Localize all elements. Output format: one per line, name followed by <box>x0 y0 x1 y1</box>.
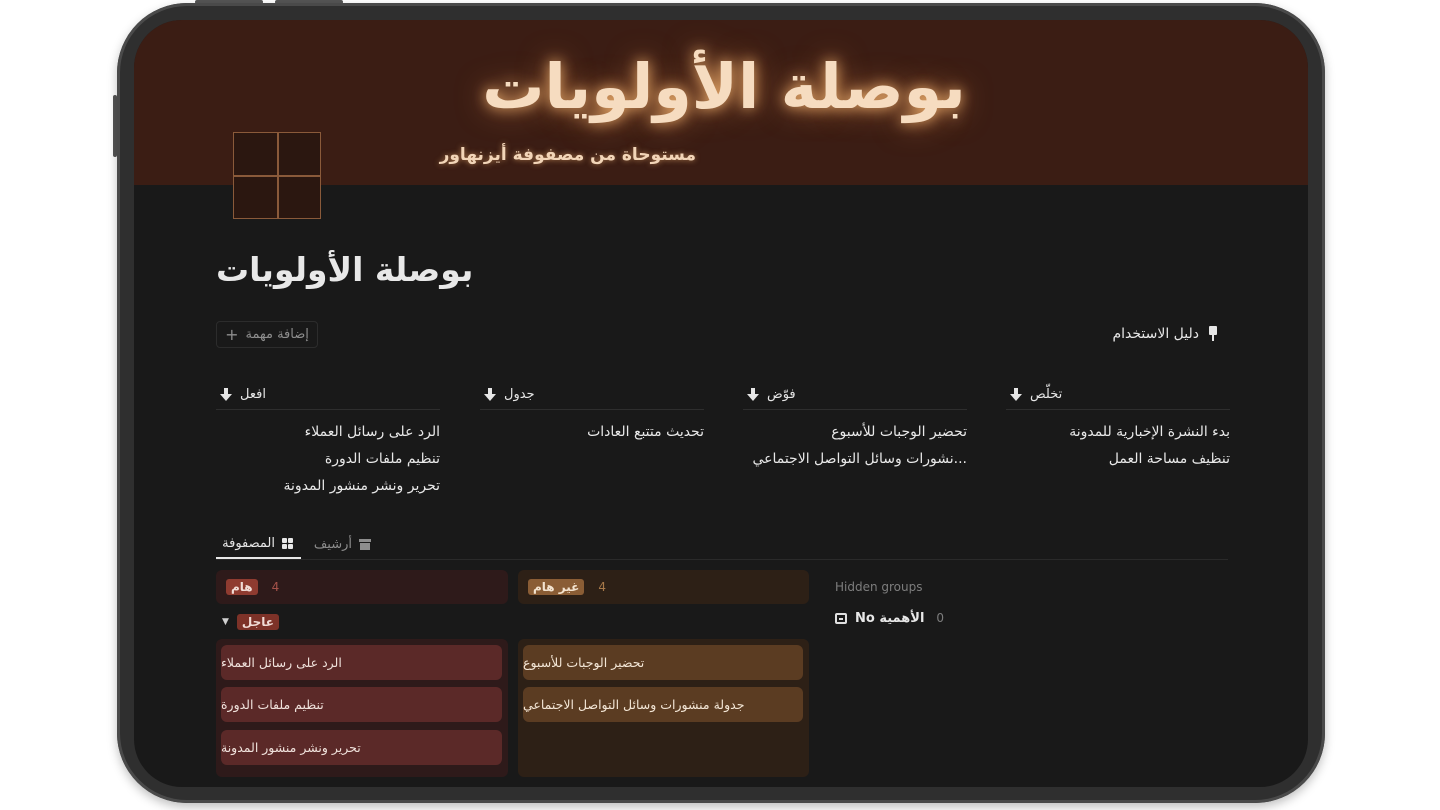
tab-archive[interactable]: أرشيف <box>306 530 371 559</box>
plus-icon: + <box>225 324 239 344</box>
quadrant-label: جدول <box>504 387 535 402</box>
usage-guide-link[interactable]: دليل الاستخدام <box>1094 322 1219 346</box>
hidden-group-label: No الأهمية <box>855 610 925 626</box>
quadrant-schedule: جدول تحديث متتبع العادات <box>480 380 704 446</box>
board-card[interactable]: تحضير الوجبات للأسبوع <box>523 645 803 680</box>
view-tabs: المصفوفة أرشيف <box>216 530 1228 560</box>
pin-icon <box>1207 326 1219 342</box>
page-grid-icon[interactable] <box>233 132 321 219</box>
group-header-important[interactable]: هام 4 <box>216 570 508 604</box>
list-item[interactable]: ...نشورات وسائل التواصل الاجتماعي <box>743 446 967 473</box>
quadrant-delegate: فوّض تحضير الوجبات للأسبوع ...نشورات وسا… <box>743 380 967 473</box>
list-item[interactable]: بدء النشرة الإخبارية للمدونة <box>1006 419 1230 446</box>
list-item[interactable]: الرد على رسائل العملاء <box>216 419 440 446</box>
list-item[interactable]: تنظيف مساحة العمل <box>1006 446 1230 473</box>
list-item[interactable]: تنظيم ملفات الدورة <box>216 446 440 473</box>
quadrant-header[interactable]: جدول <box>480 380 704 410</box>
add-task-button[interactable]: إضافة مهمة + <box>216 321 318 348</box>
quadrant-label: افعل <box>240 387 266 402</box>
quadrant-header[interactable]: افعل <box>216 380 440 410</box>
lane-not-important: تحضير الوجبات للأسبوع جدولة منشورات وسائ… <box>518 639 809 777</box>
quadrant-label: تخلّص <box>1030 387 1063 402</box>
board-card[interactable]: الرد على رسائل العملاء <box>221 645 502 680</box>
hidden-group-row[interactable]: No الأهمية 0 <box>835 608 944 628</box>
quadrant-do: افعل الرد على رسائل العملاء تنظيم ملفات … <box>216 380 440 500</box>
list-item[interactable]: تحرير ونشر منشور المدونة <box>216 473 440 500</box>
quadrant-header[interactable]: فوّض <box>743 380 967 410</box>
tab-matrix[interactable]: المصفوفة <box>216 530 301 559</box>
board-card[interactable]: تحرير ونشر منشور المدونة <box>221 730 502 765</box>
archive-icon <box>359 539 371 550</box>
quadrant-eliminate: تخلّص بدء النشرة الإخبارية للمدونة تنظيف… <box>1006 380 1230 473</box>
hidden-groups-label: Hidden groups <box>835 580 923 594</box>
group-count: 4 <box>598 580 606 594</box>
cover-title: بوصلة الأولويات <box>482 50 966 123</box>
board-card[interactable]: جدولة منشورات وسائل التواصل الاجتماعي <box>523 687 803 722</box>
hidden-group-count: 0 <box>936 611 945 625</box>
quadrant-label: فوّض <box>767 387 796 402</box>
arrow-down-icon <box>1010 388 1022 401</box>
grid-icon <box>282 538 293 549</box>
group-tag: هام <box>226 579 258 595</box>
group-tag: غير هام <box>528 579 585 595</box>
notion-page: بوصلة الأولويات مستوحاة من مصفوفة أيزنها… <box>134 20 1308 787</box>
caret-down-icon[interactable]: ▼ <box>222 617 229 627</box>
lane-important: الرد على رسائل العملاء تنظيم ملفات الدور… <box>216 639 508 777</box>
arrow-down-icon <box>484 388 496 401</box>
list-item[interactable]: تحديث متتبع العادات <box>480 419 704 446</box>
tab-archive-label: أرشيف <box>313 537 352 552</box>
board-card[interactable]: تنظيم ملفات الدورة <box>221 687 502 722</box>
tab-matrix-label: المصفوفة <box>222 536 275 551</box>
quadrant-header[interactable]: تخلّص <box>1006 380 1230 410</box>
group-header-not-important[interactable]: غير هام 4 <box>518 570 809 604</box>
subgroup-tag: عاجل <box>236 614 279 630</box>
cover-subtitle: مستوحاة من مصفوفة أيزنهاور <box>439 145 696 165</box>
arrow-down-icon <box>220 388 232 401</box>
inbox-icon <box>835 612 847 624</box>
subgroup-urgent[interactable]: ▼ عاجل <box>222 612 279 632</box>
list-item[interactable]: تحضير الوجبات للأسبوع <box>743 419 967 446</box>
group-count: 4 <box>271 580 280 594</box>
page-title[interactable]: بوصلة الأولويات <box>216 250 516 289</box>
add-task-label: إضافة مهمة <box>245 327 309 342</box>
usage-guide-label: دليل الاستخدام <box>1112 326 1199 342</box>
arrow-down-icon <box>747 388 759 401</box>
